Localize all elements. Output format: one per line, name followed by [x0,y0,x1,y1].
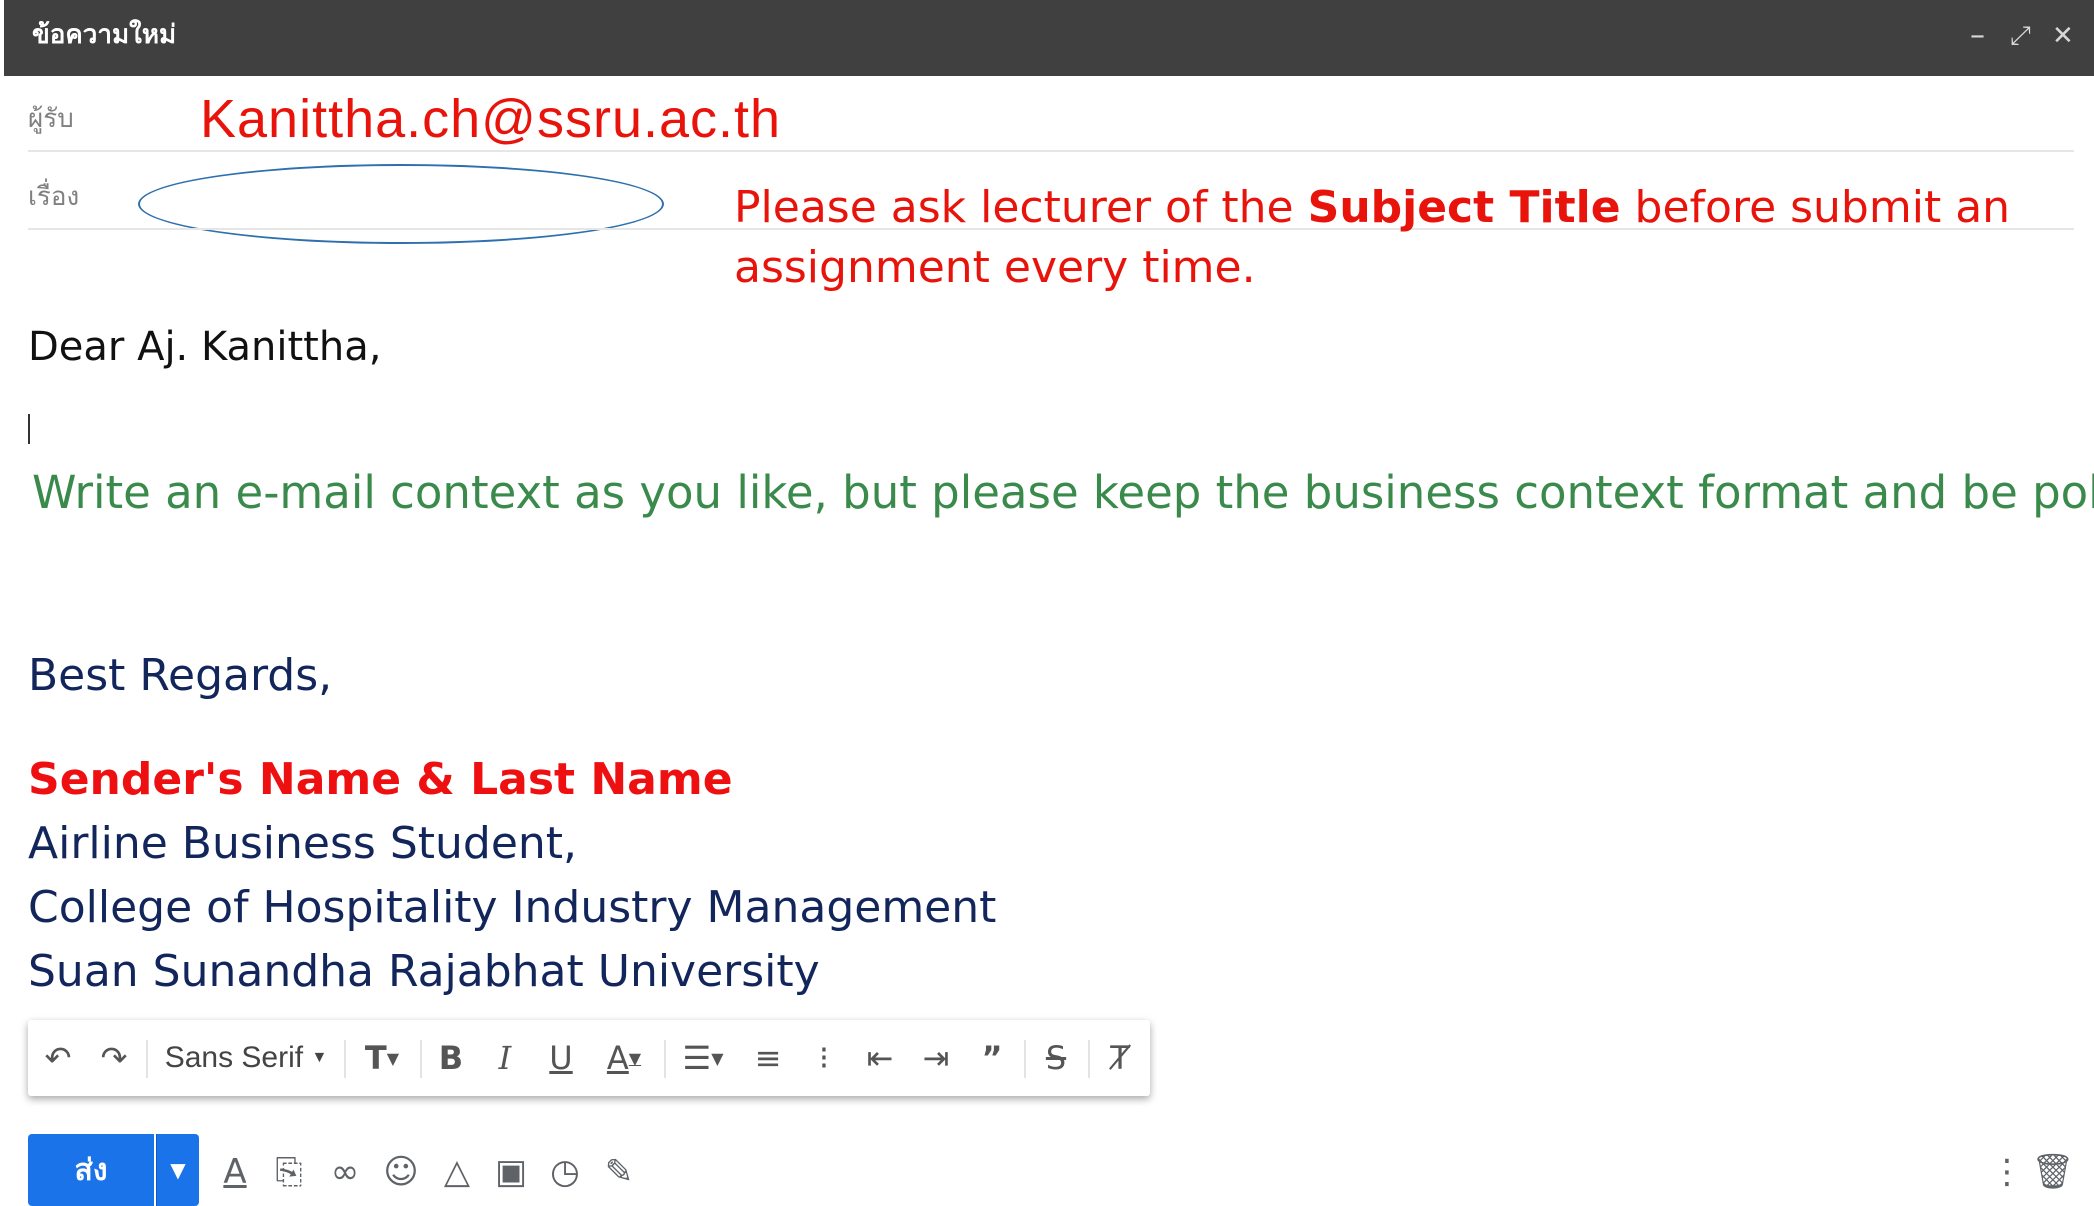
subject-field[interactable] [160,184,640,224]
expand-icon[interactable]: ⤢ [2010,18,2031,54]
undo-icon[interactable]: ↶ [34,1020,82,1096]
to-field[interactable]: Kanittha.ch@ssru.ac.th [200,88,781,150]
formatting-icon[interactable]: A [214,1150,256,1194]
bold-icon[interactable]: B [428,1020,474,1096]
font-select-label: Sans Serif [164,1041,304,1074]
formatting-toolbar: ↶ ↷ Sans Serif ▼ T ▼ B I U A ▼ ☰ ▼ ≡ ⁝ ⇤ ⇥ … [28,1020,1150,1096]
to-label: ผู้รับ [28,103,74,133]
signature-line-1: Airline Business Student, [28,818,578,869]
toolbar-separator [420,1040,422,1078]
text-size-icon[interactable]: T ▼ [350,1020,414,1096]
signature-line-3: Suan Sunandha Rajabhat University [28,946,820,997]
instruction-bold: Subject Title [1307,182,1621,233]
quote-icon[interactable]: ” [968,1020,1016,1096]
body-instruction-note: Write an e-mail context as you like, but… [32,466,2094,519]
to-divider [28,150,2074,152]
photo-icon[interactable]: ▣ [490,1150,532,1194]
subject-instruction-note: Please ask lecturer of the Subject Title… [734,178,2034,298]
align-icon[interactable]: ☰ ▼ [672,1020,734,1096]
drive-icon[interactable]: △ [436,1150,478,1194]
redo-icon[interactable]: ↷ [90,1020,138,1096]
salutation: Dear Aj. Kanittha, [28,324,382,370]
compose-title: ข้อความใหม่ [32,19,177,49]
closing: Best Regards, [28,650,333,701]
font-select[interactable]: Sans Serif ▼ [156,1020,336,1096]
discard-icon[interactable]: 🗑 [2031,1150,2074,1194]
sender-name: Sender's Name & Last Name [28,754,733,805]
signature-icon[interactable]: ✎ [598,1150,640,1194]
italic-icon[interactable]: I [482,1020,528,1096]
attach-icon[interactable]: ⎘ [268,1150,310,1194]
toolbar-separator [1024,1040,1026,1078]
numbered-list-icon[interactable]: ≡ [744,1020,792,1096]
text-caret [28,414,30,444]
underline-icon[interactable]: U [538,1020,584,1096]
instruction-text-1: Please ask lecturer of the [734,182,1308,233]
indent-more-icon[interactable]: ⇥ [912,1020,960,1096]
emoji-icon[interactable]: ☺ [380,1150,422,1194]
subject-label: เรื่อง [28,181,80,211]
send-button[interactable]: ส่ง [28,1134,154,1206]
toolbar-separator [664,1040,666,1078]
bulleted-list-icon[interactable]: ⁝ [800,1020,848,1096]
toolbar-separator [1088,1040,1090,1078]
chevron-down-icon: ▼ [311,1049,328,1066]
schedule-send-dropdown[interactable]: ▼ [156,1134,199,1206]
link-icon[interactable]: ∞ [324,1150,366,1194]
confidential-icon[interactable]: ◷ [544,1150,586,1194]
more-options-icon[interactable]: ⋮ [1986,1150,2028,1194]
indent-less-icon[interactable]: ⇤ [856,1020,904,1096]
minimize-icon[interactable]: – [1970,18,1985,54]
text-color-icon[interactable]: A ▼ [592,1020,656,1096]
toolbar-separator [146,1040,148,1078]
chevron-down-icon: ▼ [170,1158,186,1182]
signature-line-2: College of Hospitality Industry Manageme… [28,882,997,933]
strikethrough-icon[interactable]: S [1032,1020,1080,1096]
remove-formatting-icon[interactable]: Ⱦ [1096,1020,1144,1096]
compose-title-bar: ข้อความใหม่ – ⤢ ✕ [4,0,2094,76]
toolbar-separator [344,1040,346,1078]
close-icon[interactable]: ✕ [2052,18,2074,54]
